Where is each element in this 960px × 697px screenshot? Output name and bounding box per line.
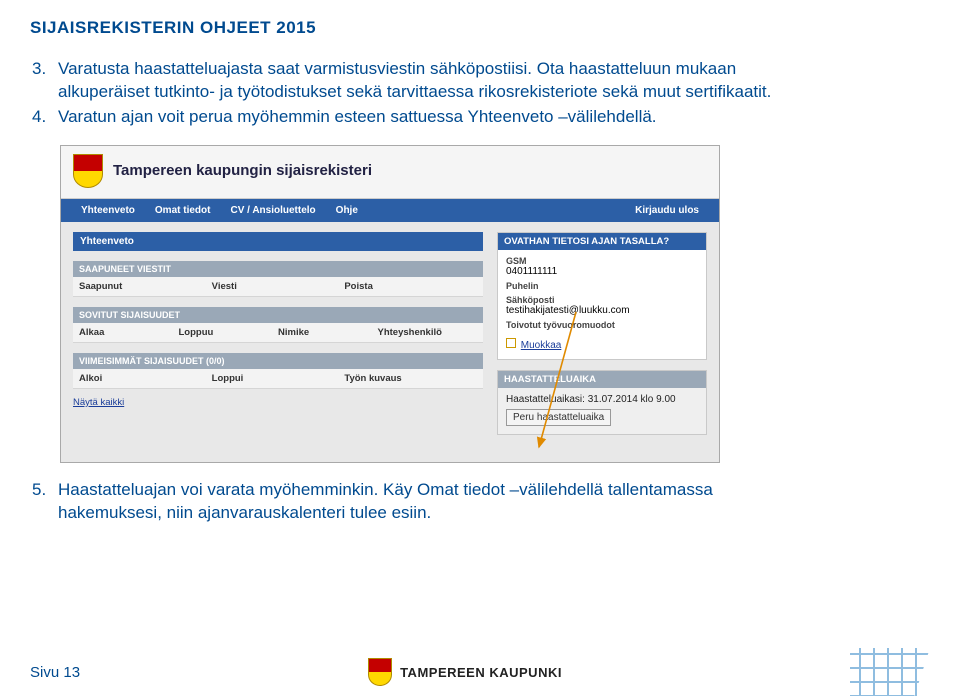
- gsm-value: 0401111111: [506, 266, 698, 277]
- table-viimeisimmat: Alkoi Loppui Työn kuvaus: [73, 369, 483, 389]
- brand-text: TAMPEREEN KAUPUNKI: [400, 665, 562, 680]
- info-box-title: OVATHAN TIETOSI AJAN TASALLA?: [498, 233, 706, 250]
- interview-detail: Haastatteluaikasi: 31.07.2014 klo 9.00: [506, 394, 698, 405]
- pencil-icon: [506, 338, 516, 348]
- bullet-number: 5.: [32, 479, 58, 525]
- city-crest-icon: [73, 154, 103, 188]
- app-screenshot: Tampereen kaupungin sijaisrekisteri Yhte…: [60, 145, 720, 463]
- phone-label: Puhelin: [506, 281, 698, 291]
- decorative-grid-icon: [850, 648, 930, 696]
- col-header: Loppuu: [179, 327, 279, 338]
- table-sovitut: Alkaa Loppuu Nimike Yhteyshenkilö: [73, 323, 483, 343]
- info-box: OVATHAN TIETOSI AJAN TASALLA? GSM 040111…: [497, 232, 707, 360]
- col-header: Alkaa: [79, 327, 179, 338]
- gsm-label: GSM: [506, 256, 698, 266]
- interview-box-title: HAASTATTELUAIKA: [498, 371, 706, 388]
- page-number: Sivu 13: [30, 664, 80, 681]
- right-column: OVATHAN TIETOSI AJAN TASALLA? GSM 040111…: [497, 232, 707, 448]
- col-header: Poista: [344, 281, 477, 292]
- left-column: Yhteenveto SAAPUNEET VIESTIT Saapunut Vi…: [73, 232, 483, 448]
- footer-brand: TAMPEREEN KAUPUNKI: [368, 658, 562, 686]
- page-footer: Sivu 13 TAMPEREEN KAUPUNKI: [0, 647, 960, 697]
- bullet-text: Varatusta haastatteluajasta saat varmist…: [58, 58, 810, 104]
- app-nav: Yhteenveto Omat tiedot CV / Ansioluettel…: [61, 199, 719, 222]
- interview-box: HAASTATTELUAIKA Haastatteluaikasi: 31.07…: [497, 370, 707, 435]
- col-header: Työn kuvaus: [344, 373, 477, 384]
- section-saapuneet-viestit: SAAPUNEET VIESTIT: [73, 261, 483, 277]
- tab-omat-tiedot[interactable]: Omat tiedot: [145, 199, 221, 222]
- section-viimeisimmat-sijaisuudet: VIIMEISIMMÄT SIJAISUUDET (0/0): [73, 353, 483, 369]
- tab-cv[interactable]: CV / Ansioluettelo: [220, 199, 325, 222]
- edit-link[interactable]: Muokkaa: [521, 340, 562, 351]
- tab-yhteenveto[interactable]: Yhteenveto: [71, 199, 145, 222]
- tab-ohje[interactable]: Ohje: [326, 199, 368, 222]
- col-header: Viesti: [212, 281, 345, 292]
- panel-title-yhteenveto: Yhteenveto: [73, 232, 483, 251]
- col-header: Yhteyshenkilö: [378, 327, 478, 338]
- col-header: Loppui: [212, 373, 345, 384]
- table-saapuneet: Saapunut Viesti Poista: [73, 277, 483, 297]
- cancel-interview-button[interactable]: Peru haastatteluaika: [506, 409, 611, 426]
- bullet-number: 4.: [32, 106, 58, 129]
- email-label: Sähköposti: [506, 295, 698, 305]
- bullet-text: Haastatteluajan voi varata myöhemminkin.…: [58, 479, 810, 525]
- section-sovitut-sijaisuudet: SOVITUT SIJAISUUDET: [73, 307, 483, 323]
- email-value: testihakijatesti@luukku.com: [506, 305, 698, 316]
- show-all-link[interactable]: Näytä kaikki: [73, 397, 124, 408]
- doc-title: SIJAISREKISTERIN OHJEET 2015: [30, 18, 930, 38]
- shifts-label: Toivotut työvuoromuodot: [506, 320, 698, 330]
- body-text-lower: 5. Haastatteluajan voi varata myöhemmink…: [30, 479, 810, 525]
- col-header: Saapunut: [79, 281, 212, 292]
- app-header: Tampereen kaupungin sijaisrekisteri: [61, 146, 719, 199]
- bullet-number: 3.: [32, 58, 58, 104]
- city-crest-icon: [368, 658, 392, 686]
- col-header: Nimike: [278, 327, 378, 338]
- logout-link[interactable]: Kirjaudu ulos: [625, 199, 709, 222]
- body-text: 3. Varatusta haastatteluajasta saat varm…: [30, 58, 810, 129]
- bullet-text: Varatun ajan voit perua myöhemmin esteen…: [58, 106, 810, 129]
- col-header: Alkoi: [79, 373, 212, 384]
- app-title: Tampereen kaupungin sijaisrekisteri: [113, 162, 372, 179]
